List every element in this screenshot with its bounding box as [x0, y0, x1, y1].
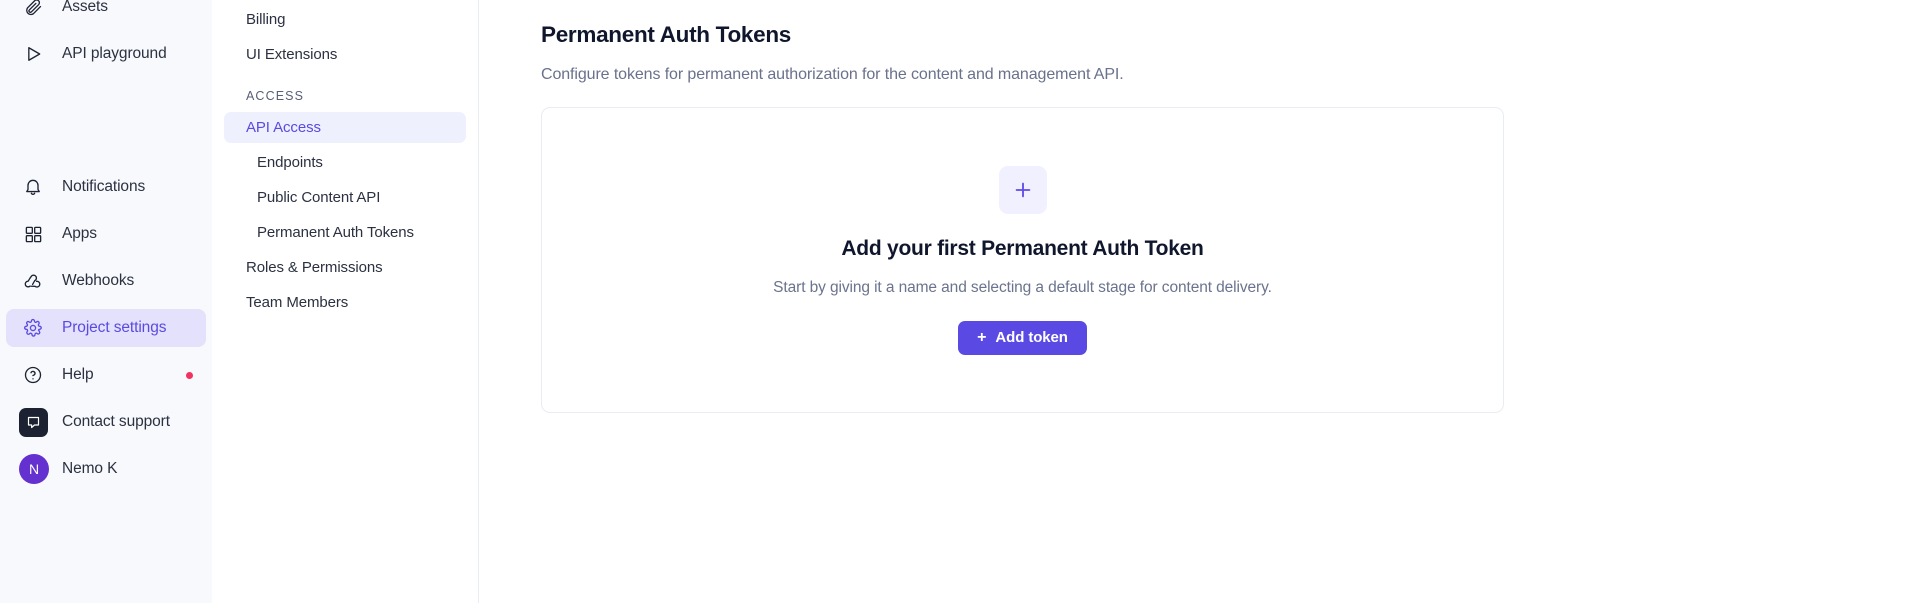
sidebar-item-help[interactable]: Help	[6, 356, 206, 394]
help-notification-badge	[186, 372, 193, 379]
sidebar-item-label: UI Extensions	[246, 46, 337, 63]
sidebar-item-label: Contact support	[62, 413, 170, 431]
empty-state-card: Add your first Permanent Auth Token Star…	[541, 107, 1504, 413]
sidebar-item-label: Help	[62, 366, 93, 384]
play-triangle-icon	[20, 41, 46, 67]
settings-nav-list: Billing UI Extensions ACCESS API Access …	[212, 4, 478, 318]
page-description: Configure tokens for permanent authoriza…	[541, 66, 1852, 84]
sidebar-item-label: Team Members	[246, 294, 348, 311]
gear-icon	[20, 315, 46, 341]
sidebar-item-label: Billing	[246, 11, 285, 28]
plus-icon: +	[977, 330, 986, 346]
page-title: Permanent Auth Tokens	[541, 22, 1852, 48]
sidebar-item-label: Notifications	[62, 178, 145, 196]
sidebar-item-label: API Access	[246, 119, 321, 136]
empty-state-title: Add your first Permanent Auth Token	[841, 237, 1203, 261]
avatar: N	[19, 454, 49, 484]
sidebar-item-label: Webhooks	[62, 272, 134, 290]
sidebar-item-user-profile[interactable]: N Nemo K	[6, 450, 206, 488]
grid-squares-icon	[20, 221, 46, 247]
paperclip-icon	[20, 0, 46, 20]
sidebar-item-webhooks[interactable]: Webhooks	[6, 262, 206, 300]
sidebar-item-label: API playground	[62, 45, 167, 63]
sidebar-item-endpoints[interactable]: Endpoints	[224, 147, 466, 178]
sidebar-item-label: Public Content API	[257, 189, 380, 206]
sidebar-item-team-members[interactable]: Team Members	[224, 287, 466, 318]
add-token-button-label: Add token	[995, 329, 1067, 346]
webhook-icon	[20, 268, 46, 294]
sidebar-item-billing[interactable]: Billing	[224, 4, 466, 35]
sidebar-item-permanent-auth-tokens[interactable]: Permanent Auth Tokens	[224, 217, 466, 248]
chat-bubble-icon	[19, 408, 48, 437]
sidebar-item-api-playground[interactable]: API playground	[6, 35, 206, 73]
sidebar-item-label: Roles & Permissions	[246, 259, 382, 276]
app-root: Assets API playground Notif	[0, 0, 1912, 603]
sidebar-item-label: Apps	[62, 225, 97, 243]
settings-sidebar: Billing UI Extensions ACCESS API Access …	[212, 0, 479, 603]
sidebar-item-label: Project settings	[62, 319, 166, 337]
sidebar-item-label: Endpoints	[257, 154, 323, 171]
main-content: Permanent Auth Tokens Configure tokens f…	[479, 0, 1912, 603]
bell-icon	[20, 174, 46, 200]
sidebar-item-project-settings[interactable]: Project settings	[6, 309, 206, 347]
sidebar-item-label: Nemo K	[62, 460, 117, 478]
sidebar-item-public-content-api[interactable]: Public Content API	[224, 182, 466, 213]
sidebar-item-label: Permanent Auth Tokens	[257, 224, 414, 241]
nav-spacer	[6, 82, 206, 168]
nav-section-access: ACCESS	[224, 89, 478, 103]
sidebar-item-assets[interactable]: Assets	[6, 0, 206, 26]
add-token-button[interactable]: + Add token	[958, 321, 1087, 355]
question-circle-icon	[20, 362, 46, 388]
sidebar-item-api-access[interactable]: API Access	[224, 112, 466, 143]
sidebar-item-notifications[interactable]: Notifications	[6, 168, 206, 206]
sidebar-item-roles-permissions[interactable]: Roles & Permissions	[224, 252, 466, 283]
empty-state-subtitle: Start by giving it a name and selecting …	[773, 279, 1272, 297]
sidebar-item-contact-support[interactable]: Contact support	[6, 403, 206, 441]
primary-sidebar: Assets API playground Notif	[0, 0, 212, 603]
sidebar-item-label: Assets	[62, 0, 108, 16]
primary-nav-list: Assets API playground Notif	[0, 0, 212, 488]
plus-icon	[999, 166, 1047, 214]
sidebar-item-apps[interactable]: Apps	[6, 215, 206, 253]
sidebar-item-ui-extensions[interactable]: UI Extensions	[224, 39, 466, 70]
